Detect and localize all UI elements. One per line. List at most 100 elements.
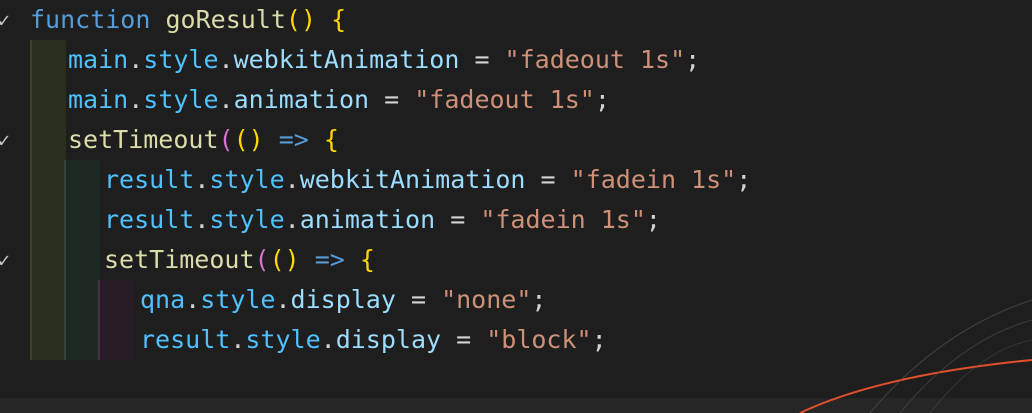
fold-chevron-icon[interactable]: ✓ [0,120,10,160]
code-token: style [245,325,321,354]
indent-guide [30,40,66,80]
code-text: setTimeout(() => { [104,240,375,280]
indent-guide [30,120,66,160]
code-token: ; [736,165,752,194]
code-token: = [369,85,415,114]
indent-guide [30,320,66,360]
code-token: setTimeout [104,245,255,274]
code-text: result.style.webkitAnimation = "fadein 1… [104,160,751,200]
code-line[interactable]: result.style.animation = "fadein 1s"; [0,200,1032,240]
code-token: main [68,45,129,74]
indent-guide [30,200,66,240]
code-token: ; [591,325,607,354]
code-token: . [218,45,234,74]
code-token: . [230,325,246,354]
code-text: main.style.animation = "fadeout 1s"; [68,80,610,120]
code-token: . [185,285,201,314]
indent-guide [64,280,100,320]
code-token: ( [218,125,234,154]
code-token: setTimeout [68,125,219,154]
code-token: style [143,45,219,74]
code-token: . [194,165,210,194]
code-token: = [441,325,487,354]
code-token: style [209,165,285,194]
code-token: "fadeout 1s" [504,45,686,74]
indent-guide [98,280,134,320]
code-token: () [285,5,317,34]
indent-guide [98,320,134,360]
code-token: () [233,125,264,154]
code-token: main [68,85,129,114]
code-token: { [359,245,375,274]
code-token: style [200,285,276,314]
code-token: display [290,285,396,314]
indent-guide [30,280,66,320]
code-line[interactable]: result.style.display = "block"; [0,320,1032,360]
code-token: result [104,205,195,234]
code-token: . [320,325,336,354]
code-token: goResult [165,5,286,34]
fold-chevron-icon[interactable]: ✓ [0,240,10,280]
code-line[interactable]: qna.style.display = "none"; [0,280,1032,320]
code-token: "none" [441,285,532,314]
code-token: result [104,165,195,194]
code-line[interactable]: main.style.animation = "fadeout 1s"; [0,80,1032,120]
code-token: . [284,165,300,194]
fold-chevron-icon[interactable]: ✓ [0,0,10,40]
code-editor[interactable]: ✓ function goResult() {main.style.webkitA… [0,0,1032,413]
code-token: animation [233,85,370,114]
code-token: "fadeout 1s" [414,85,595,114]
code-token: style [209,205,285,234]
code-token: . [218,85,234,114]
code-token: => [278,125,309,154]
code-token: style [143,85,219,114]
code-token: . [194,205,210,234]
code-text: result.style.animation = "fadein 1s"; [104,200,661,240]
code-token: = [395,285,442,314]
code-text: setTimeout(() => { [68,120,339,160]
code-line[interactable]: result.style.webkitAnimation = "fadein 1… [0,160,1032,200]
code-token: => [314,245,345,274]
code-token: . [128,45,144,74]
code-line[interactable]: ✓ setTimeout(() => { [0,120,1032,160]
code-line[interactable]: main.style.webkitAnimation = "fadeout 1s… [0,40,1032,80]
code-token: ; [645,205,661,234]
code-token: () [269,245,300,274]
code-token: = [525,165,571,194]
code-token: . [284,205,300,234]
editor-bottom-bar [0,398,1032,413]
code-token: function [30,5,151,34]
indent-guide [64,200,100,240]
code-text: result.style.display = "block"; [140,320,607,360]
code-token: "fadein 1s" [570,165,737,194]
indent-guide [64,320,100,360]
code-token: ; [531,285,547,314]
code-token: = [459,45,505,74]
indent-guide [30,240,66,280]
code-token: { [323,125,339,154]
indent-guide [30,160,66,200]
code-token: "fadein 1s" [480,205,646,234]
code-token: ( [254,245,270,274]
code-token: qna [140,285,186,314]
code-line[interactable]: ✓ function goResult() { [0,0,1032,40]
code-token: webkitAnimation [299,165,526,194]
code-token: . [128,85,144,114]
code-text: main.style.webkitAnimation = "fadeout 1s… [68,40,700,80]
code-token: display [335,325,442,354]
indent-guide [30,80,66,120]
code-token: . [275,285,291,314]
code-token: ; [594,85,610,114]
code-token: { [331,5,347,34]
code-line[interactable]: ✓ setTimeout(() => { [0,240,1032,280]
code-token: result [140,325,231,354]
code-token: "block" [486,325,592,354]
code-text: function goResult() { [30,0,346,40]
indent-guide [64,160,100,200]
